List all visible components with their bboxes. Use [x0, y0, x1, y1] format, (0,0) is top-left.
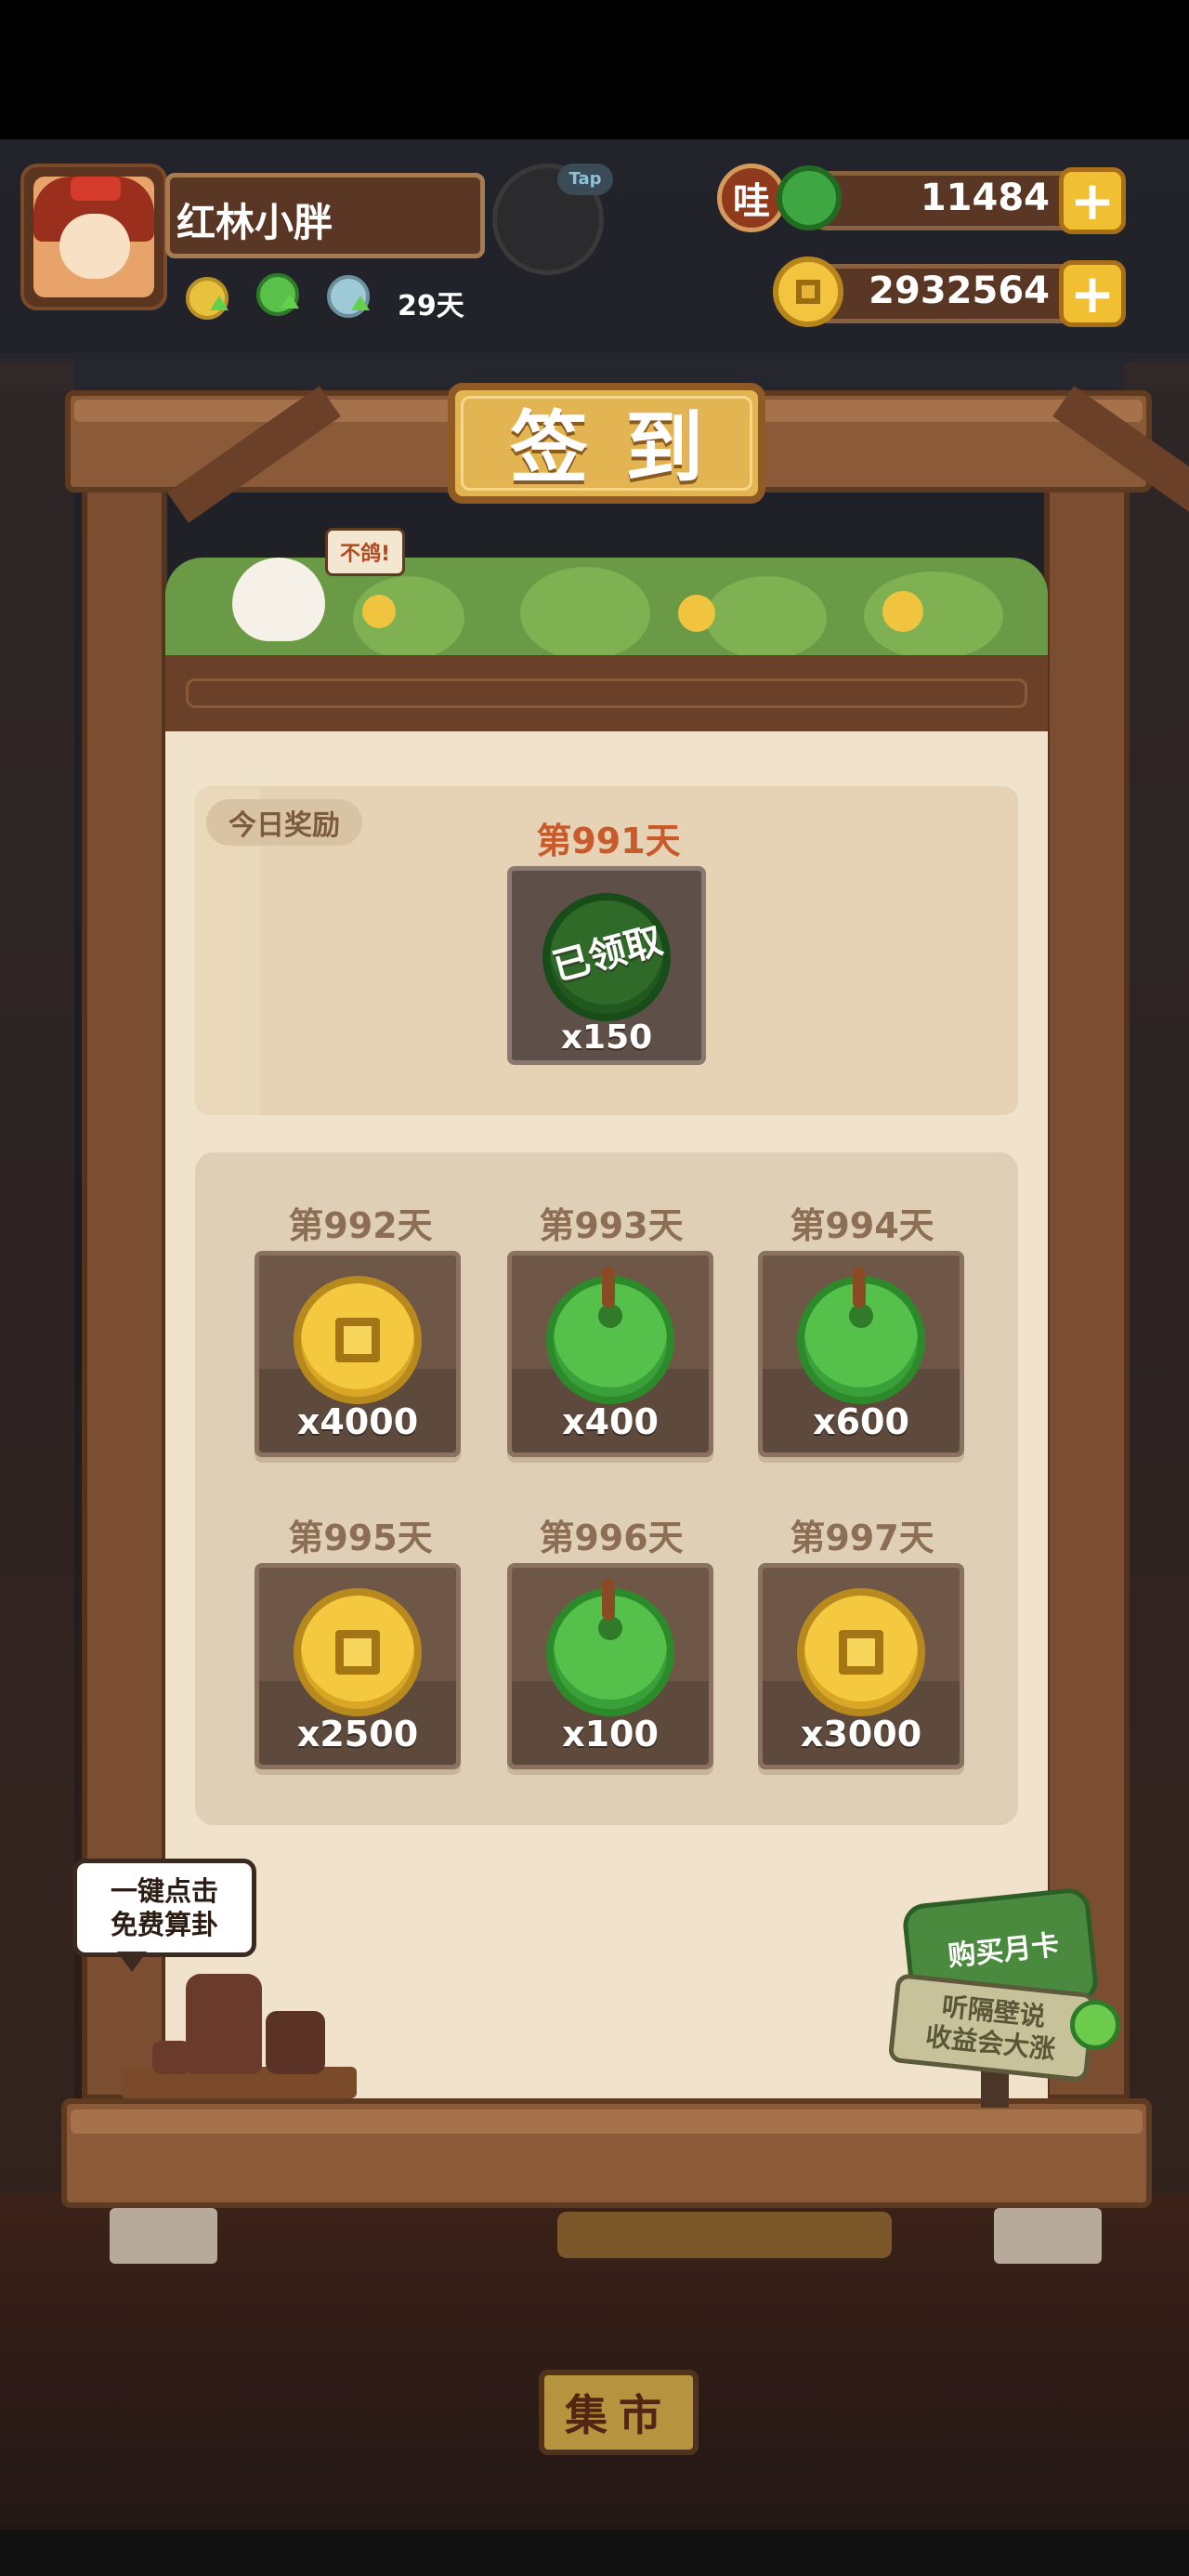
reward-amount: x400: [562, 1401, 659, 1442]
coin-hole: [335, 1318, 380, 1362]
fortune-bubble[interactable]: 一键点击 免费算卦: [72, 1859, 256, 1957]
up-arrow-icon: [281, 294, 299, 309]
coin-hole: [335, 1630, 380, 1675]
jade-string: [602, 1267, 615, 1308]
day-label: 第997天: [790, 1518, 934, 1558]
board-post-right: [1044, 483, 1130, 2100]
bush-coin-icon: [362, 595, 396, 628]
fortune-line-1: 一键点击: [110, 1874, 218, 1907]
avatar-face: [59, 214, 130, 279]
up-arrow-icon: [351, 296, 370, 310]
bush-coin-icon: [882, 591, 923, 632]
board-foot-right: [994, 2208, 1102, 2264]
board-bottom-beam-highlight: [71, 2109, 1143, 2134]
jade-string: [853, 1267, 866, 1308]
jar-icon[interactable]: [266, 2011, 325, 2074]
background-shop-left: [0, 362, 74, 2314]
bird-icon: [232, 558, 325, 641]
jar-icon[interactable]: [186, 1974, 262, 2074]
avatar-hat: [71, 177, 121, 201]
top-status-area: [0, 0, 1189, 139]
bubble-tail: [117, 1952, 147, 1972]
board-post-left: [82, 483, 167, 2100]
reward-amount: x3000: [800, 1714, 922, 1755]
reward-amount: x4000: [296, 1401, 419, 1442]
bush-bump: [706, 576, 827, 660]
add-coin-button[interactable]: +: [1059, 260, 1126, 327]
player-name: 红林小胖: [176, 200, 333, 245]
up-arrow-icon: [210, 296, 229, 310]
market-sign: 集市: [539, 2370, 699, 2455]
jade-string: [602, 1579, 615, 1620]
day-label: 第992天: [288, 1205, 433, 1246]
coin-icon: [294, 1276, 422, 1404]
day-label: 第993天: [539, 1205, 684, 1246]
coin-currency-value: 2932564: [869, 269, 1050, 312]
coin-hole: [839, 1630, 883, 1675]
panel-header-ornament: [186, 678, 1027, 708]
reward-amount: x100: [562, 1714, 659, 1755]
coin-icon: [294, 1588, 422, 1716]
jade-pendant-icon: [1070, 2000, 1120, 2050]
tap-badge: Tap: [557, 164, 613, 195]
wa-icon: 哇: [717, 164, 786, 232]
avatar[interactable]: [33, 177, 154, 297]
today-day-label: 第991天: [536, 821, 681, 861]
day-label: 第995天: [288, 1518, 433, 1558]
reward-amount: x2500: [296, 1714, 419, 1755]
bush-bump: [520, 567, 650, 660]
jade-currency-value: 11484: [920, 177, 1050, 219]
today-reward-chip: 今日奖励: [206, 799, 362, 846]
bird-sign: 不鸽!: [325, 528, 405, 576]
player-days: 29天: [398, 290, 464, 322]
day-label: 第994天: [790, 1205, 934, 1246]
coin-icon: [797, 1588, 925, 1716]
bush-coin-icon: [678, 595, 715, 632]
panel-title: 签到: [509, 401, 740, 493]
reward-amount: x600: [813, 1401, 909, 1442]
day-label: 第996天: [539, 1518, 684, 1558]
today-reward-amount: x150: [560, 1019, 653, 1057]
background-banner: [557, 2212, 892, 2258]
add-jade-button[interactable]: +: [1059, 167, 1126, 234]
board-foot-left: [110, 2208, 217, 2264]
bottom-strip: [0, 2530, 1189, 2576]
fortune-line-2: 免费算卦: [110, 1909, 218, 1940]
jar-icon[interactable]: [152, 2041, 191, 2074]
background-shop-right: [1124, 362, 1189, 2314]
game-screen: 集市 红林小胖 Tap 29天 哇 11484 + 2932564 + 不鸽!: [0, 0, 1189, 2576]
